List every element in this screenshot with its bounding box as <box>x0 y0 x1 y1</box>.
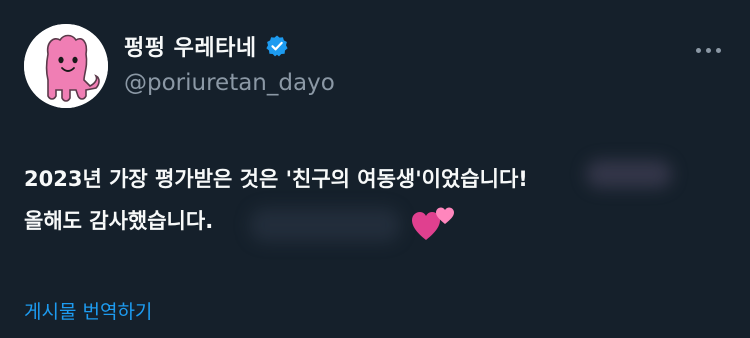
avatar[interactable] <box>24 24 108 108</box>
pink-creature-icon <box>24 24 108 108</box>
two-hearts-icon <box>412 204 456 242</box>
translate-post-link[interactable]: 게시물 번역하기 <box>24 297 152 324</box>
more-dot <box>715 47 721 53</box>
author-name-row: 펑펑 우레타네 <box>124 30 289 62</box>
blurred-area <box>586 160 672 188</box>
more-dot <box>705 47 711 53</box>
verified-badge-icon[interactable] <box>265 34 289 58</box>
display-name[interactable]: 펑펑 우레타네 <box>124 30 257 62</box>
tweet-card: 펑펑 우레타네 @poriuretan_dayo 2023년 가장 평가받은 것… <box>0 0 750 338</box>
tweet-text-line: 2023년 가장 평가받은 것은 '친구의 여동생'이었습니다! <box>24 167 528 191</box>
more-options-icon[interactable] <box>688 36 728 64</box>
author-handle[interactable]: @poriuretan_dayo <box>124 70 335 96</box>
more-dot <box>695 47 701 53</box>
